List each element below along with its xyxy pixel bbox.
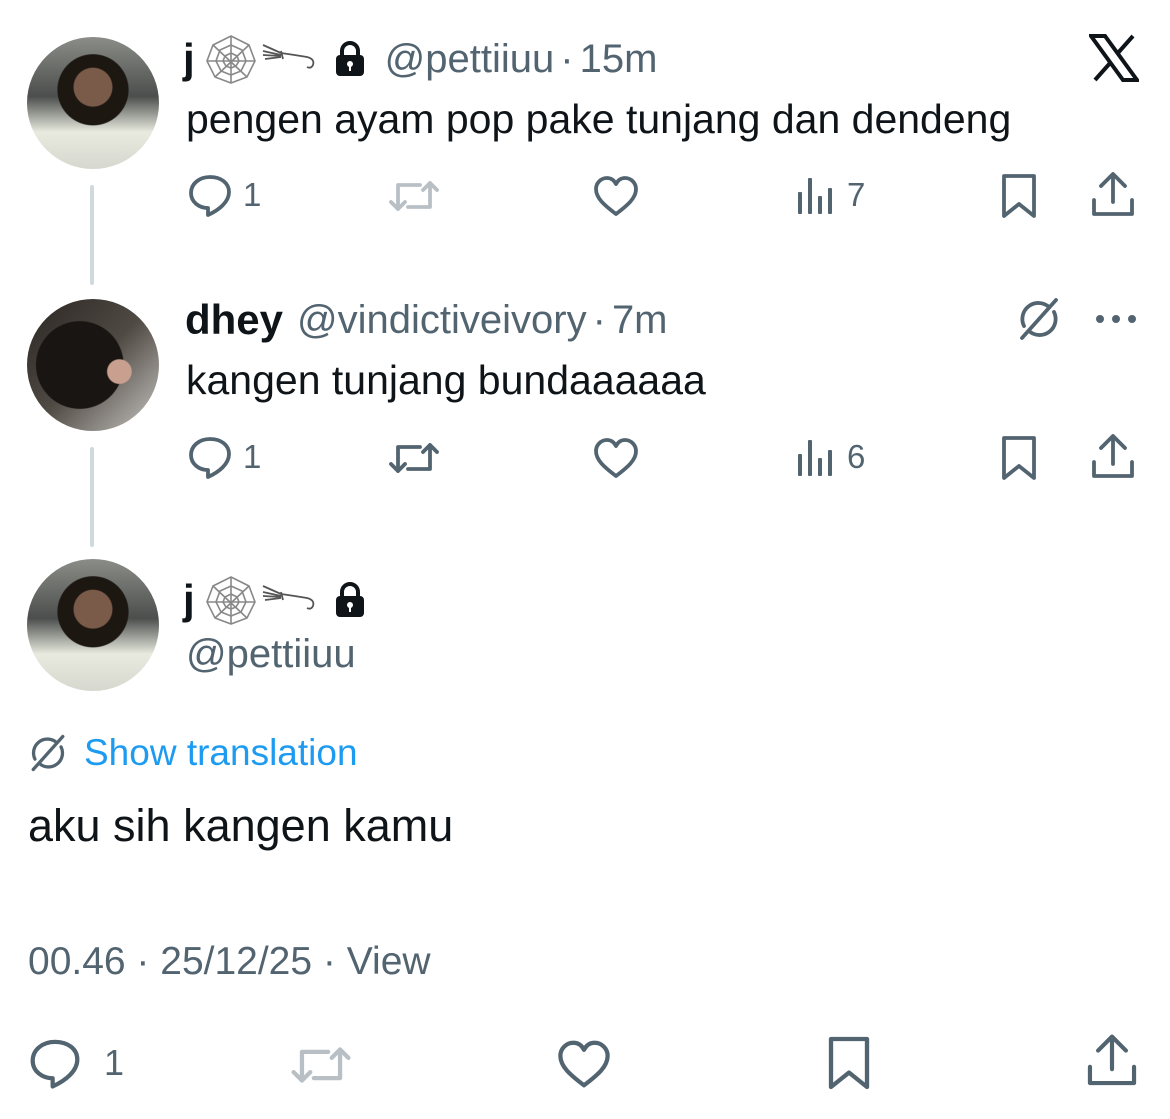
retweet-button[interactable] [388,437,440,479]
views-button[interactable]: 6 [795,436,865,478]
thread-line [90,447,94,547]
handle[interactable]: @vindictiveivory [297,298,587,343]
handle[interactable]: @pettiiuu [186,632,356,677]
like-icon [558,1040,610,1088]
timestamp[interactable]: 7m [612,298,668,343]
bookmark-icon [1002,174,1036,218]
like-icon [594,176,638,216]
reply-count: 1 [243,438,262,475]
tweet-header: j [183,576,367,625]
retweet-icon [291,1047,351,1083]
thread-line [90,185,94,285]
timestamp[interactable]: 15m [580,37,658,82]
x-logo-icon[interactable] [1089,34,1139,82]
bookmark-button[interactable] [825,1034,873,1092]
views-count: 7 [847,176,866,213]
show-translation-link[interactable]: Show translation [28,732,358,774]
reply-button[interactable]: 1 [187,434,261,480]
share-icon [1087,1034,1137,1086]
handle[interactable]: @pettiiuu [385,37,555,82]
display-name[interactable]: dhey [185,296,283,344]
avatar[interactable] [27,559,159,691]
like-button[interactable] [592,436,640,480]
broom-emoji-icon [262,585,314,610]
avatar[interactable] [27,37,159,169]
reply-button[interactable]: 1 [187,172,261,218]
reply-icon [30,1039,80,1089]
tweet-header: dhey @vindictiveivory · 7m [185,296,668,344]
display-name[interactable]: j [183,35,195,83]
views-icon [798,440,832,476]
like-icon [594,438,638,478]
retweet-button [290,1040,352,1090]
share-icon [1092,172,1134,216]
reply-button[interactable]: 1 [28,1036,124,1090]
reply-count: 1 [104,1042,125,1083]
separator-dot: · [592,297,606,342]
views-count: 6 [847,438,866,475]
tweet-header: j @pettiiuu · 15m [183,35,658,84]
tweet-text: kangen tunjang bundaaaaaa [186,357,706,403]
bookmark-button[interactable] [999,172,1039,220]
bookmark-icon [1002,436,1036,480]
display-name[interactable]: j [183,576,195,624]
grok-icon[interactable] [1016,296,1062,342]
views-icon [798,178,832,214]
bookmark-button[interactable] [999,434,1039,482]
retweet-icon [389,181,439,211]
web-emoji-icon [205,576,256,625]
globe-translate-icon [31,734,65,772]
share-button[interactable] [1089,170,1137,220]
tweet-meta[interactable]: 00.46 · 25/12/25 · View [28,940,431,984]
reply-count: 1 [243,176,262,213]
separator-dot: · [560,36,574,81]
show-translation-label[interactable]: Show translation [84,732,358,774]
like-button[interactable] [555,1038,613,1090]
lock-icon [335,582,364,617]
broom-emoji-icon [262,44,314,69]
more-icon[interactable] [1094,313,1138,325]
tweet-text: aku sih kangen kamu [28,800,454,851]
reply-icon [189,175,231,217]
like-button[interactable] [592,174,640,218]
avatar[interactable] [27,299,159,431]
web-emoji-icon [205,35,256,84]
share-button[interactable] [1089,432,1137,482]
tweet-text: pengen ayam pop pake tunjang dan dendeng [186,96,1012,142]
share-icon [1092,434,1134,478]
share-button[interactable] [1084,1032,1140,1090]
lock-icon [335,41,364,76]
bookmark-icon [828,1036,870,1090]
retweet-icon [389,443,439,473]
reply-icon [189,437,231,479]
retweet-button [388,175,440,217]
views-button[interactable]: 7 [795,174,865,216]
